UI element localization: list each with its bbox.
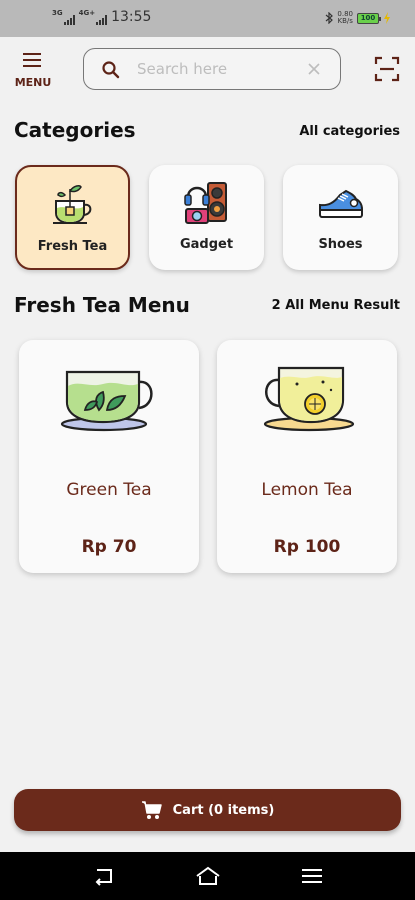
search-icon — [102, 61, 120, 79]
network-4g-label: 4G+ — [78, 8, 96, 17]
status-bar: 3G 4G+ 13:55 0.80 KB/s 100 — [0, 0, 415, 37]
cart-button[interactable]: Cart (0 items) — [14, 789, 401, 831]
gadget-icon — [184, 182, 227, 224]
search-bar — [83, 48, 341, 90]
sneaker-icon — [319, 189, 363, 218]
lemon-tea-icon — [263, 366, 355, 432]
category-label: Fresh Tea — [37, 239, 108, 254]
category-label: Shoes — [318, 237, 363, 252]
tea-cup-icon — [53, 185, 92, 225]
network-3g: 3G — [52, 8, 75, 25]
status-right: 0.80 KB/s 100 — [325, 11, 391, 25]
status-left: 3G 4G+ 13:55 — [52, 9, 151, 25]
speed-unit: KB/s — [337, 17, 353, 25]
product-price: Rp 100 — [273, 537, 341, 557]
category-fresh-tea[interactable]: Fresh Tea — [15, 165, 130, 270]
battery-icon: 100 — [357, 12, 381, 24]
category-label: Gadget — [179, 237, 234, 252]
green-tea-icon — [60, 370, 153, 432]
system-nav-bar — [0, 852, 415, 900]
category-shoes[interactable]: Shoes — [283, 165, 398, 270]
charging-icon — [384, 12, 390, 24]
cart-icon — [141, 801, 162, 819]
back-icon[interactable] — [91, 864, 117, 888]
cart-label: Cart (0 items) — [172, 802, 275, 818]
category-gadget[interactable]: Gadget — [149, 165, 264, 270]
close-icon[interactable] — [306, 61, 322, 77]
scan-icon[interactable] — [374, 56, 400, 82]
product-card-green-tea[interactable]: Green Tea Rp 70 — [19, 340, 199, 573]
menu-button[interactable]: MENU — [14, 50, 52, 90]
network-speed: 0.80 KB/s — [337, 11, 353, 25]
product-card-lemon-tea[interactable]: Lemon Tea Rp 100 — [217, 340, 397, 573]
product-name: Lemon Tea — [261, 480, 353, 500]
menu-result-count: 2 All Menu Result — [271, 298, 400, 313]
home-icon[interactable] — [195, 864, 221, 888]
menu-section-title: Fresh Tea Menu — [14, 293, 190, 317]
bluetooth-icon — [326, 12, 334, 24]
product-name: Green Tea — [66, 480, 152, 500]
recents-menu-icon[interactable] — [299, 864, 325, 888]
all-categories-link[interactable]: All categories — [299, 124, 400, 139]
search-input[interactable] — [137, 58, 297, 80]
product-price: Rp 70 — [81, 537, 137, 557]
signal-icon — [96, 14, 108, 25]
network-4g: 4G+ — [78, 8, 108, 25]
signal-icon — [63, 14, 75, 25]
clock: 13:55 — [111, 9, 152, 25]
menu-label: MENU — [14, 76, 52, 89]
network-3g-label: 3G — [52, 8, 63, 17]
categories-title: Categories — [14, 118, 136, 142]
